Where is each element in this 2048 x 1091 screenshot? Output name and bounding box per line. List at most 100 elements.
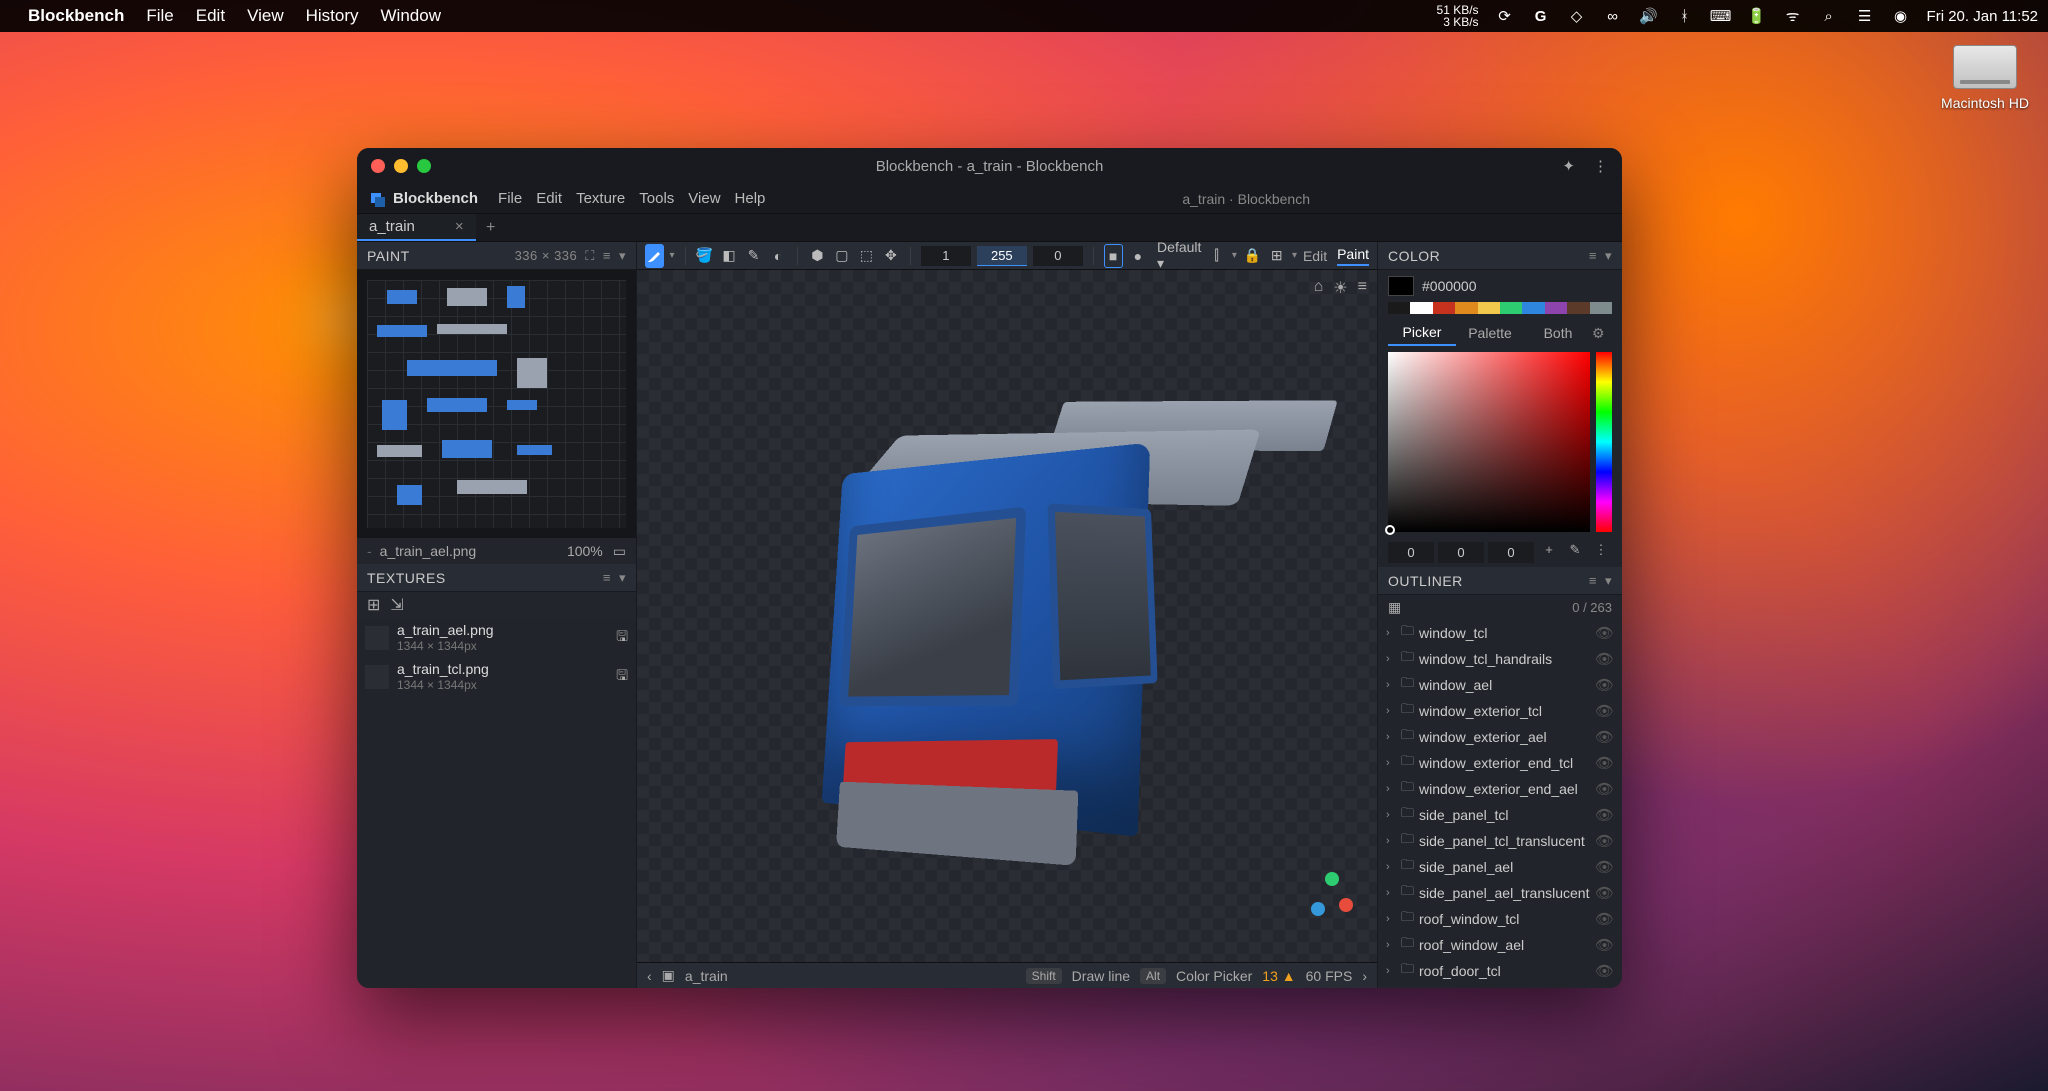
infinity-icon[interactable]: ∞ (1603, 6, 1623, 26)
chevron-right-icon[interactable]: › (1386, 679, 1396, 691)
move-tool[interactable]: ✥ (882, 244, 901, 268)
visibility-icon[interactable]: 👁 (1595, 754, 1614, 772)
visibility-icon[interactable]: 👁 (1595, 962, 1614, 980)
chevron-right-icon[interactable]: › (1386, 835, 1396, 847)
palette-swatch[interactable] (1567, 302, 1589, 314)
menu-texture[interactable]: Texture (576, 190, 625, 207)
siri-icon[interactable]: ◉ (1891, 6, 1911, 26)
outliner-item[interactable]: ›🗀window_exterior_ael👁 (1378, 724, 1622, 750)
square-brush-icon[interactable]: ■ (1104, 244, 1123, 268)
google-icon[interactable]: G (1531, 6, 1551, 26)
add-tab-button[interactable]: + (476, 214, 506, 241)
chevron-right-icon[interactable]: › (1386, 627, 1396, 639)
picker-icon[interactable]: ✎ (1564, 542, 1586, 563)
mode-edit[interactable]: Edit (1303, 248, 1327, 264)
tab-a-train[interactable]: a_train × (357, 214, 476, 241)
outliner-item[interactable]: ›🗀side_panel_tcl👁 (1378, 802, 1622, 828)
menu-icon[interactable]: ≡ (1358, 278, 1367, 298)
diamond-icon[interactable]: ◇ (1567, 6, 1587, 26)
brush-size-input[interactable] (921, 246, 971, 266)
visibility-icon[interactable]: 👁 (1595, 624, 1614, 642)
palette-swatch[interactable] (1410, 302, 1432, 314)
chevron-right-icon[interactable]: › (1386, 757, 1396, 769)
axis-y[interactable] (1325, 872, 1339, 886)
sun-icon[interactable]: ☀ (1333, 278, 1347, 298)
palette-swatch[interactable] (1388, 302, 1410, 314)
outliner-item[interactable]: ›🗀window_exterior_end_tcl👁 (1378, 750, 1622, 776)
menubar-history[interactable]: History (306, 6, 359, 26)
r-value[interactable]: 0 (1388, 542, 1434, 563)
lock-icon[interactable]: 🔒 (1243, 244, 1262, 268)
brush-tool[interactable] (645, 244, 664, 268)
visibility-icon[interactable]: 👁 (1595, 728, 1614, 746)
options-icon[interactable]: ≡ (1589, 248, 1597, 263)
outliner-item[interactable]: ›🗀side_panel_ael👁 (1378, 854, 1622, 880)
menubar-clock[interactable]: Fri 20. Jan 11:52 (1927, 8, 2038, 25)
chevron-down-icon[interactable]: ▾ (1605, 248, 1612, 264)
add-cube-icon[interactable]: ▦ (1388, 599, 1401, 616)
palette-swatch[interactable] (1478, 302, 1500, 314)
outliner-item[interactable]: ›🗀window_exterior_tcl👁 (1378, 698, 1622, 724)
color-picker[interactable] (1388, 352, 1612, 532)
options-icon[interactable]: ≡ (1589, 573, 1597, 588)
options-icon[interactable]: ≡ (603, 570, 611, 585)
visibility-icon[interactable]: 👁 (1595, 806, 1614, 824)
palette-swatch[interactable] (1522, 302, 1544, 314)
kebab-icon[interactable]: ⋮ (1590, 542, 1612, 563)
palette-swatch[interactable] (1455, 302, 1477, 314)
forward-icon[interactable]: › (1362, 968, 1367, 984)
save-icon[interactable]: 🖫 (616, 665, 628, 689)
brush-dropdown-icon[interactable]: ▾ (670, 250, 675, 261)
tab-both[interactable]: Both (1524, 321, 1592, 345)
palette-swatch[interactable] (1500, 302, 1522, 314)
visibility-icon[interactable]: 👁 (1595, 650, 1614, 668)
save-icon[interactable]: 🖫 (616, 626, 628, 650)
chevron-right-icon[interactable]: › (1386, 731, 1396, 743)
axis-z[interactable] (1311, 902, 1325, 916)
menu-help[interactable]: Help (735, 190, 766, 207)
outliner-item[interactable]: ›🗀roof_window_tcl👁 (1378, 906, 1622, 932)
menubar-file[interactable]: File (146, 6, 173, 26)
visibility-icon[interactable]: 👁 (1595, 780, 1614, 798)
palette-select[interactable]: Default ▾ (1157, 239, 1201, 272)
gear-icon[interactable]: ⚙ (1592, 325, 1612, 342)
extension-icon[interactable]: ✦ (1562, 157, 1575, 175)
saturation-value[interactable] (1388, 352, 1590, 532)
outliner-item[interactable]: ›🗀window_ael👁 (1378, 672, 1622, 698)
visibility-icon[interactable]: 👁 (1595, 936, 1614, 954)
g-value[interactable]: 0 (1438, 542, 1484, 563)
wifi-icon[interactable]: ᯤ (1783, 6, 1803, 26)
outliner-item[interactable]: ›🗀side_panel_ael_translucent👁 (1378, 880, 1622, 906)
softness-input[interactable] (1033, 246, 1083, 266)
bluetooth-icon[interactable]: ᚼ (1675, 6, 1695, 26)
battery-icon[interactable]: 🔋 (1747, 6, 1767, 26)
chevron-right-icon[interactable]: › (1386, 705, 1396, 717)
color-swatch[interactable] (1388, 276, 1414, 296)
tab-palette[interactable]: Palette (1456, 321, 1524, 345)
chevron-down-icon[interactable]: ▾ (1605, 573, 1612, 589)
menu-edit[interactable]: Edit (536, 190, 562, 207)
close-button[interactable] (371, 159, 385, 173)
desktop-hd[interactable]: Macintosh HD (1940, 45, 2030, 111)
sync-icon[interactable]: ⟳ (1495, 6, 1515, 26)
gradient-tool[interactable]: ◐ (769, 244, 788, 268)
visibility-icon[interactable]: 👁 (1595, 884, 1614, 902)
visibility-icon[interactable]: 👁 (1595, 910, 1614, 928)
minimize-button[interactable] (394, 159, 408, 173)
fullscreen-icon[interactable]: ⛶ (585, 248, 595, 264)
outliner-item[interactable]: ›🗀roof_door_tcl👁 (1378, 958, 1622, 984)
picker-tool[interactable]: ✎ (744, 244, 763, 268)
opacity-input[interactable] (977, 246, 1027, 266)
axis-x[interactable] (1339, 898, 1353, 912)
search-icon[interactable]: ⌕ (1819, 6, 1839, 26)
keyboard-icon[interactable]: ⌨ (1711, 6, 1731, 26)
visibility-icon[interactable]: 👁 (1595, 832, 1614, 850)
add-texture-icon[interactable]: ⊞ (367, 595, 380, 615)
camera-icon[interactable]: ⌂ (1314, 278, 1324, 298)
picker-cursor[interactable] (1385, 525, 1395, 535)
warn-count[interactable]: 13 ▲ (1262, 968, 1295, 984)
eraser-tool[interactable]: ◧ (720, 244, 739, 268)
outliner-item[interactable]: ›🗀roof_door_ael👁 (1378, 984, 1622, 988)
menu-view[interactable]: View (688, 190, 720, 207)
menu-file[interactable]: File (498, 190, 522, 207)
